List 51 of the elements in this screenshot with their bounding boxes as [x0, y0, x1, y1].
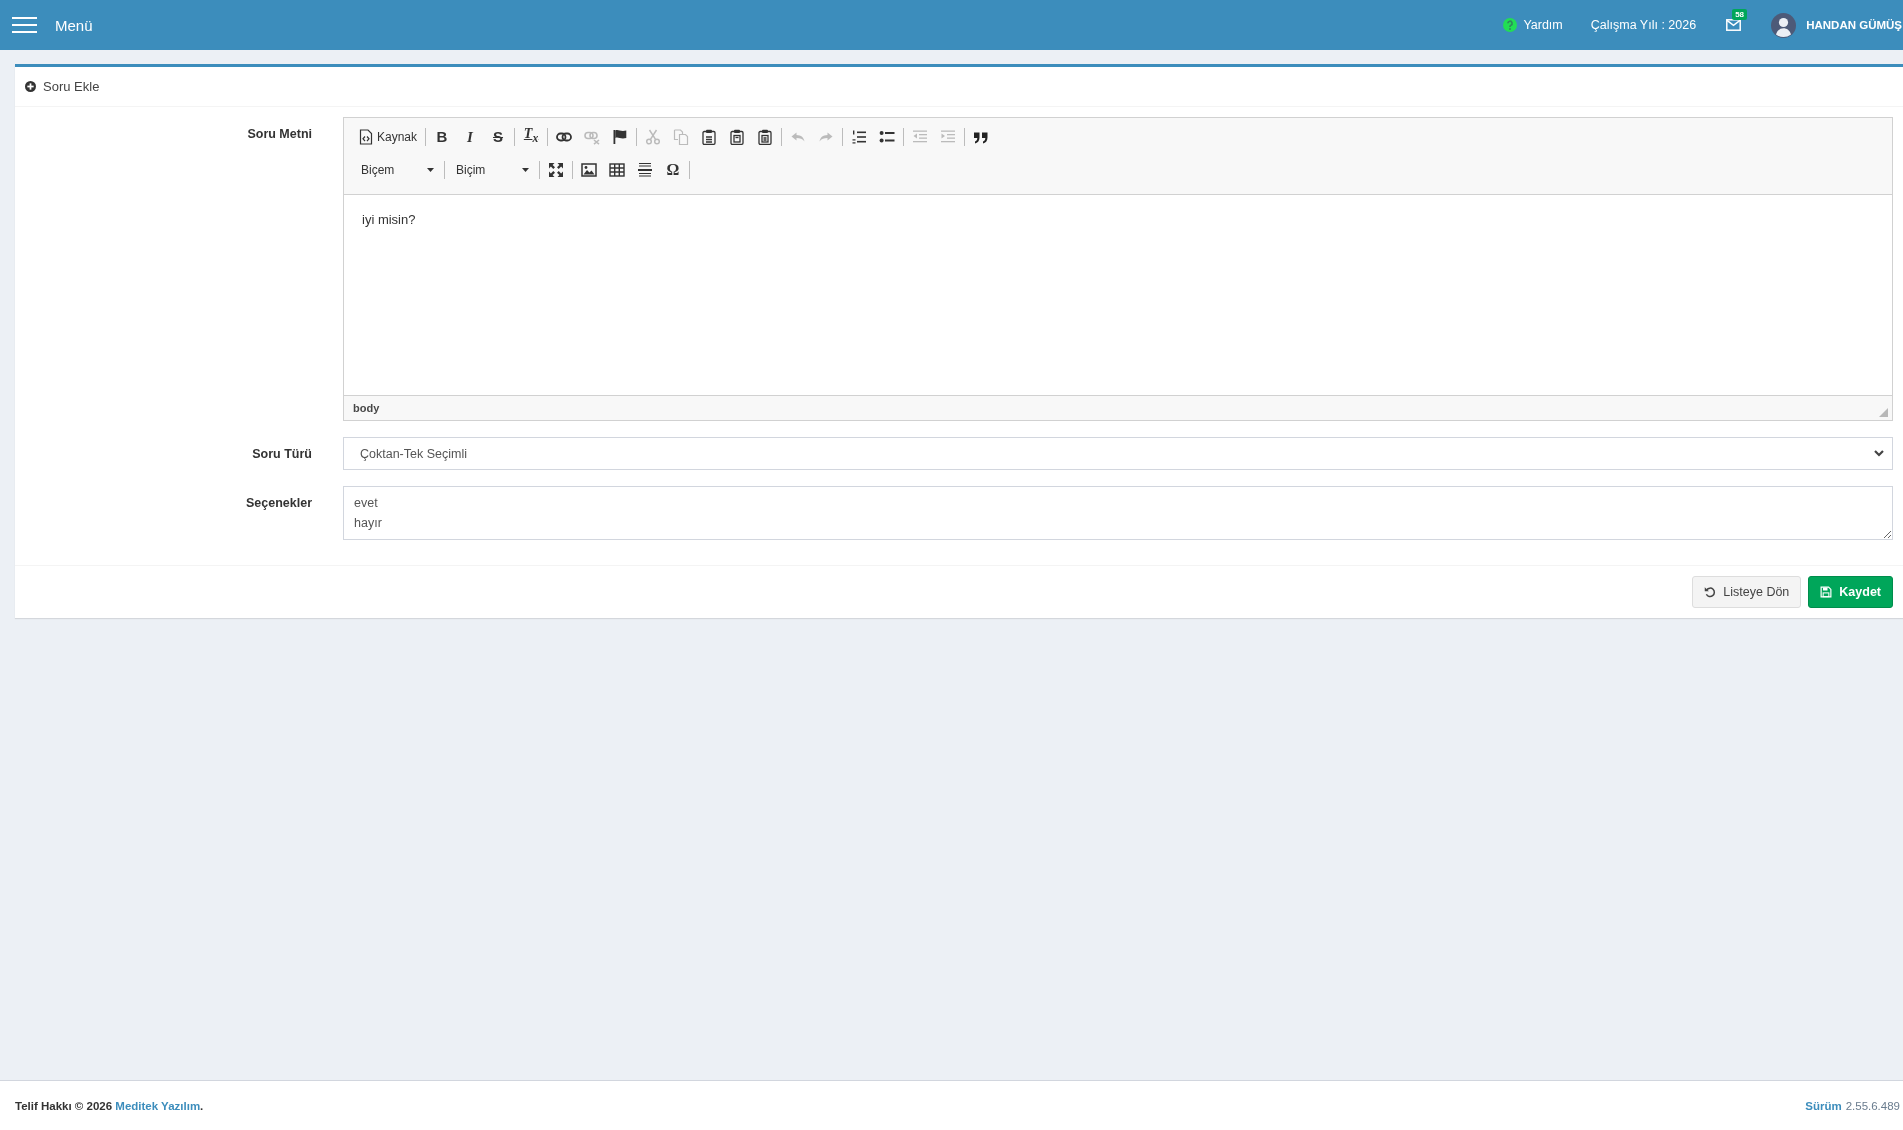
- version-label: Sürüm: [1805, 1099, 1842, 1112]
- rotate-left-icon: [1704, 586, 1717, 598]
- numbered-list-icon: [851, 128, 868, 145]
- clipboard-icon: [729, 128, 746, 145]
- toolbar-dropdown[interactable]: Biçem: [352, 156, 442, 183]
- bulleted-list-icon: [879, 128, 896, 145]
- flag-icon: [612, 128, 629, 145]
- special-character-button[interactable]: Ω: [659, 156, 687, 183]
- add-icon: [25, 81, 36, 92]
- italic-button[interactable]: I: [456, 123, 485, 150]
- help-link[interactable]: Yardım: [1503, 18, 1563, 32]
- envelope-icon: [1726, 19, 1742, 31]
- horizontal-lines-icon: [637, 161, 653, 178]
- caret-icon: [427, 167, 434, 172]
- image-icon: [581, 161, 597, 178]
- source-button[interactable]: Kaynak: [352, 123, 424, 150]
- panel-title: Soru Ekle: [43, 79, 100, 94]
- type-select[interactable]: Çoktan-Tek Seçimli: [343, 437, 1893, 470]
- element-path-link[interactable]: body: [353, 402, 380, 414]
- user-menu[interactable]: HANDAN GÜMÜŞ: [1771, 12, 1903, 38]
- user-avatar-icon: [1771, 12, 1797, 38]
- scissors-icon: [645, 128, 662, 145]
- maximize-icon: [548, 161, 564, 178]
- options-textarea[interactable]: evet hayır: [343, 486, 1893, 540]
- indent-icon: [940, 128, 957, 145]
- save-icon: [1820, 586, 1833, 598]
- menu-label: Menü: [55, 16, 93, 34]
- menu-icon: [12, 17, 37, 33]
- resize-grip-icon[interactable]: [1879, 408, 1888, 417]
- field-label: Soru Metni: [247, 126, 312, 143]
- field-label: Soru Türü: [252, 446, 312, 463]
- strikethrough-button[interactable]: S: [484, 123, 513, 150]
- copyright-text: Telif Hakkı © 2026 Meditek Yazılım.: [15, 1099, 204, 1112]
- source-code-icon: [358, 128, 374, 145]
- remove-format-button[interactable]: T$_{x}$: [517, 123, 546, 150]
- toolbar-dropdown[interactable]: Biçim: [447, 156, 537, 183]
- chevron-down-icon: [1874, 450, 1884, 457]
- version-number: 2.55.6.489: [1845, 1099, 1900, 1112]
- work-year-link[interactable]: Çalışma Yılı : 2026: [1590, 18, 1697, 32]
- clipboard-icon: [701, 128, 718, 145]
- back-to-list-button[interactable]: Listeye Dön: [1692, 576, 1802, 608]
- caret-icon: [522, 167, 529, 172]
- message-count-badge: 58: [1732, 9, 1748, 20]
- field-label: Seçenekler: [245, 495, 312, 512]
- copy-icon: [673, 128, 690, 145]
- table-icon: [609, 161, 625, 178]
- bold-button[interactable]: B: [428, 123, 457, 150]
- help-icon: [1503, 18, 1518, 32]
- outdent-icon: [912, 128, 929, 145]
- menu-button[interactable]: [12, 17, 37, 33]
- clipboard-icon: [757, 128, 774, 145]
